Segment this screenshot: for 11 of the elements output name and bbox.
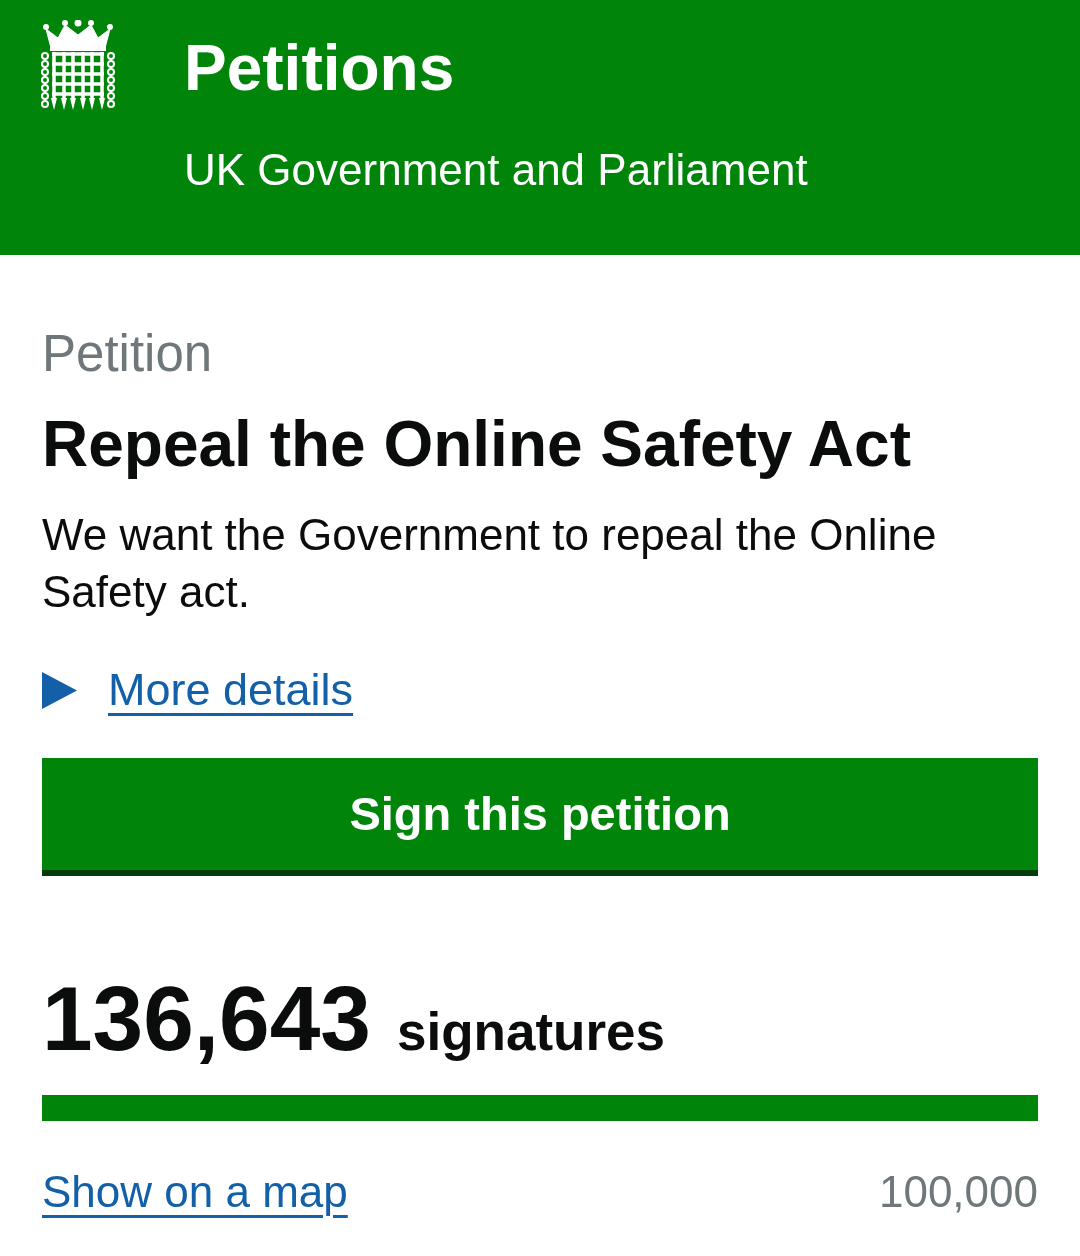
site-subtitle: UK Government and Parliament xyxy=(184,146,808,194)
show-on-map-link[interactable]: Show on a map xyxy=(42,1167,348,1217)
petition-description: We want the Government to repeal the Online Safety act. xyxy=(42,509,938,618)
portcullis-logo-icon xyxy=(40,20,116,110)
more-details-toggle[interactable]: More details xyxy=(42,664,354,716)
signature-count: 136,643 xyxy=(42,973,371,1064)
sign-petition-button[interactable]: Sign this petition xyxy=(42,758,1038,876)
petition-caption: Petition xyxy=(42,326,214,381)
signature-target: 100,000 xyxy=(878,1167,1038,1217)
site-title[interactable]: Petitions xyxy=(184,36,808,100)
petition-title: Repeal the Online Safety Act xyxy=(42,407,912,481)
